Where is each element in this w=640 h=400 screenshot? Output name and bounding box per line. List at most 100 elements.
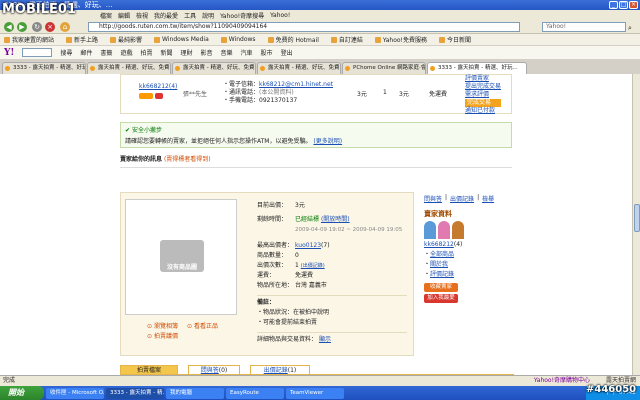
tab-auction-file[interactable]: 拍賣檔案 bbox=[120, 365, 178, 375]
toolbar-item[interactable]: 登出 bbox=[281, 48, 293, 57]
bookmark-item[interactable]: Windows Media bbox=[154, 36, 209, 43]
toolbar-item[interactable]: 書籤 bbox=[100, 48, 112, 57]
toolbar-item[interactable]: 新聞 bbox=[160, 48, 172, 57]
bid-history-link[interactable]: (出價記錄) bbox=[301, 263, 325, 269]
sidebar-seller-link[interactable]: kk668212 bbox=[424, 241, 454, 248]
favorite-seller-button[interactable]: 收藏賣家 bbox=[424, 283, 458, 292]
taskbar-item[interactable]: EasyRoute bbox=[226, 387, 284, 399]
content-tabs: 拍賣檔案 問與答(0) 出價記錄(1) bbox=[120, 365, 514, 375]
browser-tab[interactable]: 露天拍賣 - 精選、好玩、免費、安全 bbox=[172, 62, 256, 74]
bookmark-item[interactable]: Windows bbox=[220, 36, 256, 43]
toolbar-item[interactable]: 理財 bbox=[180, 48, 192, 57]
menu-item[interactable]: 檢視 bbox=[136, 11, 148, 20]
folder-icon bbox=[438, 36, 445, 43]
menu-item[interactable]: Yahoo! bbox=[270, 12, 290, 19]
toolbar-item[interactable]: 影音 bbox=[201, 48, 213, 57]
row-qty: 3元 bbox=[357, 91, 367, 98]
browse-album-link[interactable]: ⊙ 瀏覽相簿 bbox=[147, 321, 178, 330]
status-right-link[interactable]: Yahoo!奇摩購物中心 bbox=[534, 376, 590, 386]
folder-icon bbox=[66, 36, 73, 43]
open-time-link[interactable]: (開放時間) bbox=[321, 216, 350, 223]
toolbar-item[interactable]: 搜尋 bbox=[60, 48, 72, 57]
bookmark-item[interactable]: 自訂連結 bbox=[330, 35, 363, 44]
browser-tab[interactable]: 3333 - 露天拍賣 - 精選、好玩... bbox=[2, 62, 86, 74]
genuine-link[interactable]: ⊙ 看看正品 bbox=[187, 321, 218, 330]
taskbar-item[interactable]: TeamViewer bbox=[286, 387, 344, 399]
taskbar-item[interactable]: 我的電腦 bbox=[166, 387, 224, 399]
vertical-scrollbar[interactable] bbox=[632, 74, 640, 375]
menu-item[interactable]: Yahoo!奇摩搜尋 bbox=[220, 11, 264, 20]
complete-deal-button[interactable]: 完成交易 bbox=[465, 99, 502, 107]
toolbar-item[interactable]: 汽車 bbox=[241, 48, 253, 57]
back-icon[interactable]: ◀ bbox=[4, 22, 14, 32]
refresh-icon[interactable]: ↻ bbox=[32, 22, 42, 32]
rating-record-link[interactable]: 評價記錄 bbox=[430, 271, 454, 278]
tab-qa[interactable]: 問與答(0) bbox=[188, 365, 240, 375]
report-link[interactable]: 檢舉 bbox=[482, 194, 494, 203]
url-input[interactable]: http://goods.ruten.com.tw/item/show?1109… bbox=[88, 22, 520, 32]
seller-message-note: (賣得標者看得到) bbox=[163, 156, 211, 163]
bookmark-item[interactable]: 新手上路 bbox=[66, 35, 98, 44]
toolbar-item[interactable]: 遊戲 bbox=[120, 48, 132, 57]
complete-transaction-link[interactable]: 提出完成交易 bbox=[465, 83, 501, 91]
yahoo-toolbar: Y! 搜尋 郵件 書籤 遊戲 拍賣 新聞 理財 影音 音樂 汽車 股市 登出 bbox=[0, 46, 640, 60]
menu-item[interactable]: 檔案 bbox=[100, 11, 112, 20]
product-details: 目前出價： 3元 剩餘時間： 已經結標 (開放時間) 2009-04-09 19:0… bbox=[257, 201, 407, 345]
notify-paid-link[interactable]: 通知已付款 bbox=[465, 107, 501, 115]
toolbar-item[interactable]: 拍賣 bbox=[140, 48, 152, 57]
avatar bbox=[424, 221, 436, 239]
toolbar-search-input[interactable] bbox=[22, 48, 53, 57]
browser-tab[interactable]: PChome Online 網路家庭‧會員中心 bbox=[342, 62, 426, 74]
product-image: 沒有商品圖 bbox=[125, 199, 237, 315]
check-icon: ✔ bbox=[125, 127, 131, 134]
stop-icon[interactable]: × bbox=[45, 22, 55, 32]
browser-tab[interactable]: 露天拍賣 - 精選、好玩、免費、安全 bbox=[87, 62, 171, 74]
start-button[interactable]: 開始 bbox=[0, 386, 44, 400]
search-icon[interactable]: ⌕ bbox=[628, 24, 632, 33]
bookmark-item[interactable]: 最純影響 bbox=[110, 35, 142, 44]
show-details-link[interactable]: 顯示 bbox=[319, 336, 331, 343]
taskbar-item[interactable]: 收件匣 - Microsoft O... bbox=[46, 387, 104, 399]
rate-seller-link[interactable]: 評價賣家 bbox=[465, 75, 501, 83]
yahoo-logo[interactable]: Y! bbox=[4, 48, 14, 58]
toolbar-item[interactable]: 郵件 bbox=[80, 48, 92, 57]
seller-sidebar: 問與答 | 出價記錄 | 檢舉 賣家資料 kk668212(4) ・全部商品 ・關於… bbox=[424, 194, 514, 303]
tab-bid-record[interactable]: 出價記錄(1) bbox=[250, 365, 310, 375]
bid-record-link[interactable]: 出價記錄 bbox=[450, 194, 474, 203]
seller-nickname-link[interactable]: kk668212(4) bbox=[139, 83, 177, 90]
minimize-button[interactable]: _ bbox=[609, 1, 618, 9]
folder-icon bbox=[374, 36, 381, 43]
top-bidder-link[interactable]: kuo0123 bbox=[295, 242, 321, 249]
seller-name: 張**先生 bbox=[183, 91, 208, 98]
add-favorite-button[interactable]: 加入我最愛 bbox=[424, 294, 458, 303]
menu-item[interactable]: 我的最愛 bbox=[154, 11, 178, 20]
more-info-link[interactable]: (更多說明) bbox=[313, 138, 342, 145]
qa-link[interactable]: 問與答 bbox=[424, 194, 442, 203]
taskbar-item-active[interactable]: 3333 - 露天拍賣 - 精... bbox=[106, 387, 164, 399]
menu-item[interactable]: 說明 bbox=[202, 11, 214, 20]
toolbar-item[interactable]: 音樂 bbox=[221, 48, 233, 57]
browser-tab-active[interactable]: 3333 - 露天拍賣 - 精選、好玩... bbox=[427, 62, 527, 74]
close-button[interactable]: × bbox=[629, 1, 638, 9]
request-rating-link[interactable]: 需求評價 bbox=[465, 91, 501, 99]
window-titlebar: 3333 - 露天拍賣 - 精選、好玩、... _ □ × bbox=[0, 0, 640, 10]
bargain-link[interactable]: ⊙ 拍賣議價 bbox=[147, 331, 178, 340]
bookmark-item[interactable]: 免費的 Hotmail bbox=[267, 35, 319, 44]
bookmark-item[interactable]: Yahoo!免費服務 bbox=[374, 35, 427, 44]
maximize-button[interactable]: □ bbox=[619, 1, 628, 9]
forward-icon[interactable]: ▶ bbox=[17, 22, 27, 32]
menu-item[interactable]: 編輯 bbox=[118, 11, 130, 20]
seller-email-link[interactable]: kk68212@cm1.hinet.net bbox=[259, 81, 333, 88]
toolbar-item[interactable]: 股市 bbox=[261, 48, 273, 57]
home-icon[interactable]: ⌂ bbox=[60, 22, 70, 32]
search-input[interactable]: Yahoo! bbox=[542, 22, 626, 32]
bookmark-item[interactable]: 我家建置的網站 bbox=[4, 35, 54, 44]
bookmark-item[interactable]: 今日新聞 bbox=[438, 35, 471, 44]
avatar bbox=[438, 221, 450, 239]
menu-item[interactable]: 工具 bbox=[184, 11, 196, 20]
about-me-link[interactable]: 關於我 bbox=[430, 261, 448, 268]
scrollbar-thumb[interactable] bbox=[634, 204, 640, 232]
browser-tab[interactable]: 露天拍賣 - 精選、好玩、免費、安全 bbox=[257, 62, 341, 74]
folder-icon bbox=[154, 36, 161, 43]
all-products-link[interactable]: 全部商品 bbox=[430, 251, 454, 258]
